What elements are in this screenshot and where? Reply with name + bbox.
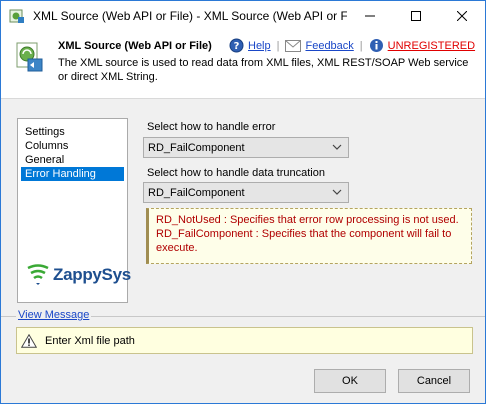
- view-message-link[interactable]: View Message: [16, 309, 92, 321]
- component-title: XML Source (Web API or File): [58, 40, 212, 52]
- xml-source-icon: [16, 42, 43, 72]
- help-icon[interactable]: ?: [229, 38, 244, 53]
- truncation-handling-select[interactable]: RD_FailComponent: [143, 182, 349, 203]
- ok-button[interactable]: OK: [314, 369, 386, 393]
- cancel-button[interactable]: Cancel: [398, 369, 470, 393]
- zappysys-logo: ZappySys: [26, 264, 131, 286]
- warning-icon: [21, 333, 37, 348]
- dialog-window: XML Source (Web API or File) - XML Sourc…: [0, 0, 486, 404]
- chevron-down-icon: [332, 189, 342, 195]
- chevron-down-icon: [332, 144, 342, 150]
- error-handling-label: Select how to handle error: [147, 121, 276, 133]
- info-icon: [369, 39, 383, 52]
- app-icon: [9, 9, 24, 23]
- truncation-handling-value: RD_FailComponent: [148, 186, 245, 199]
- nav-item-error-handling[interactable]: Error Handling: [21, 167, 124, 181]
- error-options-info: RD_NotUsed : Specifies that error row pr…: [146, 208, 472, 264]
- nav-item-general[interactable]: General: [21, 153, 124, 167]
- svg-text:?: ?: [234, 41, 240, 52]
- info-line-fail-component: RD_FailComponent : Specifies that the co…: [156, 228, 452, 254]
- title-bar[interactable]: XML Source (Web API or File) - XML Sourc…: [1, 1, 485, 31]
- nav-list: Settings Columns General Error Handling …: [17, 118, 131, 303]
- feedback-icon[interactable]: [285, 39, 302, 52]
- zappysys-logo-text: ZappySys: [53, 265, 131, 284]
- header-panel: XML Source (Web API or File) ? Help | Fe…: [1, 31, 485, 99]
- nav-item-columns[interactable]: Columns: [21, 139, 124, 153]
- help-link[interactable]: Help: [248, 40, 271, 52]
- separator: |: [276, 39, 280, 52]
- feedback-link[interactable]: Feedback: [305, 40, 353, 52]
- maximize-button[interactable]: [393, 1, 439, 31]
- close-button[interactable]: [439, 1, 485, 31]
- minimize-button[interactable]: [347, 1, 393, 31]
- window-title: XML Source (Web API or File) - XML Sourc…: [33, 9, 347, 23]
- close-icon: [457, 11, 467, 21]
- component-description: The XML source is used to read data from…: [58, 57, 469, 83]
- zappysys-logo-icon: [27, 264, 49, 285]
- header-links: ? Help | Feedback | UNREGISTERED: [229, 38, 475, 53]
- error-handling-select[interactable]: RD_FailComponent: [143, 137, 349, 158]
- separator: |: [359, 39, 363, 52]
- minimize-icon: [365, 15, 375, 17]
- info-line-not-used: RD_NotUsed : Specifies that error row pr…: [156, 214, 459, 226]
- maximize-icon: [411, 11, 421, 21]
- nav-item-settings[interactable]: Settings: [21, 125, 124, 139]
- unregistered-link[interactable]: UNREGISTERED: [388, 40, 475, 52]
- message-box: Enter Xml file path: [16, 327, 473, 354]
- error-handling-value: RD_FailComponent: [148, 141, 245, 154]
- message-text: Enter Xml file path: [45, 334, 135, 347]
- truncation-handling-label: Select how to handle data truncation: [147, 167, 325, 179]
